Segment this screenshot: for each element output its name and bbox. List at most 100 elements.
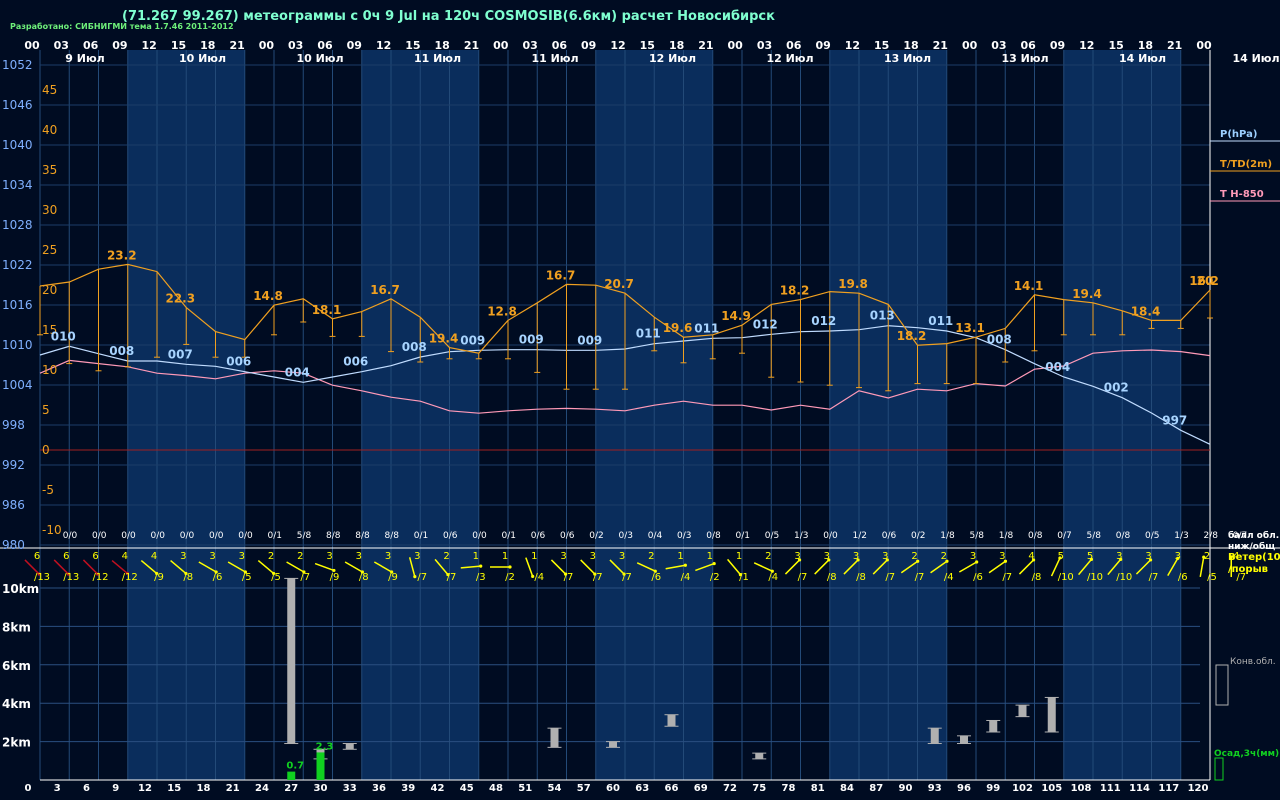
wind-speed: 3	[180, 551, 186, 562]
pressure-tick: 1028	[2, 218, 33, 232]
cloud-cover-label: балл обл.	[1228, 530, 1279, 541]
bottom-hour-label: 102	[1012, 783, 1033, 794]
convective-cloud-bar	[1047, 697, 1056, 732]
top-hour-label: 00	[1196, 39, 1212, 52]
convective-cloud-bar	[989, 720, 998, 732]
bottom-hour-label: 63	[635, 783, 649, 794]
wind-gust: /7	[564, 572, 574, 583]
meteogram-chart: 00 03 06 09 12 15 18 21 00 03 06 09 12 15 18 21 00 03 06 09…	[0, 39, 1280, 794]
wind-gust: /8	[827, 572, 837, 583]
cloud-cover-value: 0/0	[151, 531, 166, 541]
cloud-cover-value: 0/5	[1145, 531, 1159, 541]
wind-gust: /7	[1002, 572, 1012, 583]
top-hour-label: 03	[991, 39, 1006, 52]
cloud-cover-value: 0/1	[736, 531, 750, 541]
wind-speed: 4	[1028, 551, 1034, 562]
wind-gust: /7	[417, 572, 427, 583]
pressure-value-label: 011	[636, 327, 661, 341]
pressure-value-label: 012	[753, 317, 778, 331]
top-hour-label: 15	[1108, 39, 1123, 52]
right-date-label: 14 Июл	[1232, 52, 1279, 65]
wind-gust: /6	[1178, 572, 1188, 583]
top-hour-label: 15	[874, 39, 889, 52]
wind-arrow-head	[683, 563, 687, 567]
top-hour-label: 06	[317, 39, 333, 52]
top-hour-label: 03	[288, 39, 303, 52]
bottom-hour-label: 21	[226, 783, 240, 794]
wind-gust: /1	[739, 572, 749, 583]
top-date-label: 12 Июл	[766, 52, 813, 65]
bottom-hour-label: 114	[1129, 783, 1150, 794]
bottom-hour-label: 36	[372, 783, 386, 794]
wind-speed: 6	[34, 551, 40, 562]
bottom-hour-label: 72	[723, 783, 737, 794]
wind-speed: 1	[677, 551, 683, 562]
wind-label: Ветер(10м)	[1228, 552, 1280, 563]
precip-legend-label: Осад,3ч(мм)	[1214, 749, 1279, 759]
pressure-tick: 986	[2, 498, 25, 512]
cloud-cover-value: 2/8	[1204, 531, 1219, 541]
cloud-cover-value: 0/0	[180, 531, 195, 541]
precip-bar	[287, 771, 296, 780]
cloud-cover-value: 0/6	[560, 531, 575, 541]
top-hour-label: 00	[24, 39, 40, 52]
pressure-value-label: 007	[168, 347, 193, 361]
top-hour-label: 21	[698, 39, 713, 52]
precip-legend-bar	[1214, 757, 1224, 781]
wind-speed: 3	[239, 551, 245, 562]
temperature-value-label: 20	[1197, 274, 1214, 288]
pressure-value-label: 006	[343, 355, 368, 369]
top-hour-label: 15	[405, 39, 420, 52]
cloud-cover-value: 0/1	[268, 531, 282, 541]
wind-gust: /4	[944, 572, 954, 583]
top-hour-label: 15	[640, 39, 655, 52]
temperature-value-label: 19.4	[429, 332, 459, 346]
pressure-tick: 1016	[2, 298, 33, 312]
pressure-value-label: 009	[460, 333, 485, 347]
top-hour-label: 18	[1138, 39, 1153, 52]
wind-speed: 3	[824, 551, 830, 562]
top-hour-label: 00	[962, 39, 978, 52]
bottom-hour-label: 99	[986, 783, 1000, 794]
top-hour-label: 21	[464, 39, 479, 52]
wind-gust: /4	[534, 572, 544, 583]
cloud-cover-value: 0/2	[589, 531, 603, 541]
pressure-value-label: 009	[519, 333, 544, 347]
bottom-hour-label: 51	[518, 783, 532, 794]
cloud-cover-value: 0/6	[531, 531, 546, 541]
top-hour-label: 00	[728, 39, 744, 52]
temperature-value-label: 18.1	[312, 303, 342, 317]
convective-cloud-bar	[609, 741, 617, 748]
wind-gust: /4	[768, 572, 778, 583]
km-tick: 4km	[2, 697, 31, 711]
cloud-cover-value: 1/2	[853, 531, 867, 541]
temperature-value-label: 22.3	[165, 292, 195, 306]
convective-cloud-bar	[667, 714, 676, 727]
pressure-value-label: 009	[577, 333, 602, 347]
bottom-hour-label: 33	[343, 783, 357, 794]
wind-speed: 3	[853, 551, 859, 562]
cloud-cover-value: 1/8	[940, 531, 955, 541]
bottom-hour-label: 105	[1041, 783, 1062, 794]
cloud-cover-value: 0/0	[823, 531, 838, 541]
wind-gust: /8	[856, 572, 866, 583]
top-hour-label: 18	[200, 39, 215, 52]
top-hour-label: 06	[552, 39, 568, 52]
top-hour-label: 15	[171, 39, 186, 52]
pressure-tick: 1046	[2, 98, 33, 112]
bottom-hour-label: 3	[54, 783, 61, 794]
cloud-cover-value: 0/5	[765, 531, 779, 541]
top-hour-label: 21	[933, 39, 948, 52]
wind-speed: 3	[326, 551, 332, 562]
temperature-tick: 20	[42, 283, 57, 297]
bottom-hour-label: 39	[401, 783, 415, 794]
wind-gust: /6	[213, 572, 223, 583]
cloud-cover-value: 0/0	[121, 531, 136, 541]
cloud-cover-value: 8/8	[385, 531, 400, 541]
top-hour-label: 12	[845, 39, 860, 52]
wind-arrow	[753, 562, 773, 572]
wind-speed: 2	[1204, 551, 1210, 562]
km-tick: 8km	[2, 620, 31, 634]
wind-gust: /10	[1087, 572, 1103, 583]
legend-temperature: T/TD(2m)	[1220, 159, 1272, 170]
